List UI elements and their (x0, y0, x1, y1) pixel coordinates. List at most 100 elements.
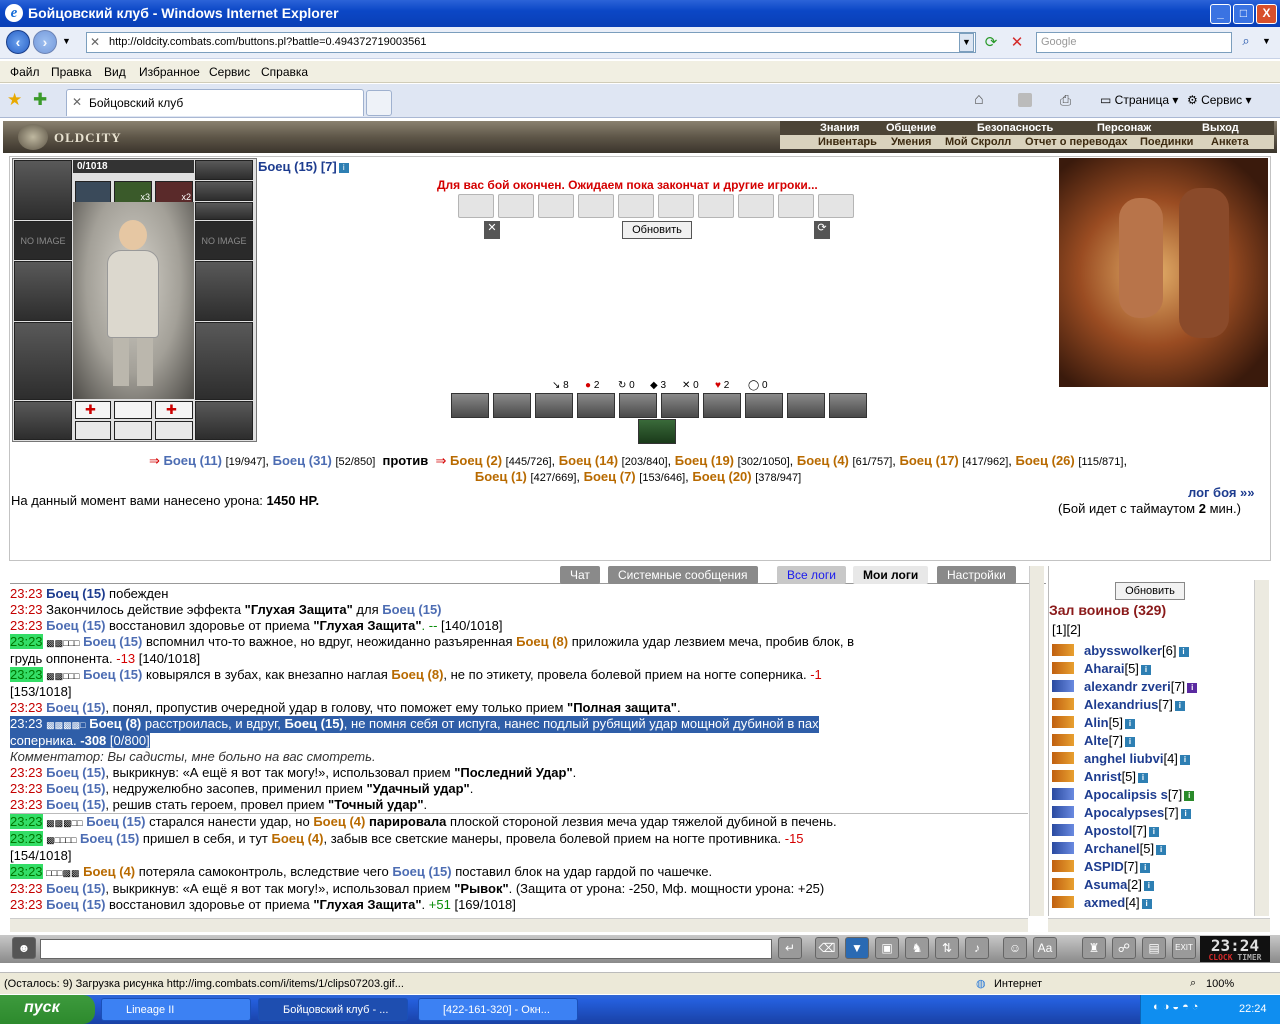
page-menu[interactable]: ▭ Страница ▾ (1100, 93, 1178, 107)
enemy-link[interactable]: Боец (1) (475, 469, 527, 484)
info-icon[interactable]: i (1148, 827, 1159, 837)
effect-icon-1[interactable] (75, 181, 111, 203)
skill-5[interactable] (619, 393, 657, 418)
pocket-slot-2[interactable] (114, 421, 152, 440)
log-enemy[interactable]: Боец (8) (89, 716, 141, 731)
info-icon[interactable]: i (1179, 755, 1190, 765)
enemy-link[interactable]: Боец (17) (900, 453, 959, 468)
effect-icon-2[interactable]: x3 (114, 181, 152, 203)
earring-slot[interactable]: NO IMAGE (14, 221, 72, 260)
info-icon[interactable]: i (1125, 737, 1136, 747)
translit-icon[interactable]: Aa (1033, 937, 1057, 959)
player-item[interactable]: Alte[7] i (1052, 733, 1136, 748)
back-button[interactable]: ‹ (6, 30, 30, 54)
player-item[interactable]: ASPID[7] i (1052, 859, 1151, 874)
menu-help[interactable]: Справка (261, 65, 308, 79)
enemy-link[interactable]: Боец (2) (450, 453, 502, 468)
forward-button[interactable]: › (33, 30, 57, 54)
search-input[interactable]: Google (1036, 32, 1232, 53)
menu-file[interactable]: Файл (10, 65, 40, 79)
nav-inventory[interactable]: Инвентарь (818, 136, 877, 148)
home-icon[interactable]: ⌂ (974, 91, 984, 109)
enemy-link[interactable]: Боец (14) (559, 453, 618, 468)
info-icon[interactable]: i (1138, 773, 1149, 783)
tab-fight-club[interactable]: ✕ Бойцовский клуб (66, 89, 364, 116)
player-item[interactable]: Alexandrius[7] i (1052, 697, 1185, 712)
nav-exit[interactable]: Выход (1202, 122, 1239, 134)
history-dropdown-icon[interactable]: ▼ (62, 36, 71, 46)
log-fighter[interactable]: Боец (15) (382, 602, 441, 617)
player-item[interactable]: Asuma[2] i (1052, 877, 1154, 892)
filter-icon[interactable]: ▼ (845, 937, 869, 959)
effect-icon-3[interactable]: x2 (155, 181, 193, 203)
pocket-slot-3[interactable] (155, 421, 193, 440)
send-icon[interactable]: ↵ (778, 937, 802, 959)
new-tab-button[interactable] (366, 90, 392, 116)
skill-10[interactable] (829, 393, 867, 418)
log-fighter[interactable]: Боец (15) (46, 586, 105, 601)
log-enemy[interactable]: Боец (8) (391, 667, 443, 682)
player-item[interactable]: Aharai[5] i (1052, 661, 1151, 676)
skill-1[interactable] (451, 393, 489, 418)
scroll-slot-10[interactable] (818, 194, 854, 218)
menu-favorites[interactable]: Избранное (139, 65, 200, 79)
skill-7[interactable] (703, 393, 741, 418)
scroll-slot-5[interactable] (618, 194, 654, 218)
log-fighter[interactable]: Боец (15) (285, 716, 344, 731)
info-icon[interactable]: i (1140, 665, 1151, 675)
menu-view[interactable]: Вид (104, 65, 126, 79)
start-button[interactable]: пуск (0, 995, 95, 1024)
save-icon[interactable]: ▣ (875, 937, 899, 959)
log-fighter[interactable]: Боец (15) (46, 765, 105, 780)
log-enemy[interactable]: Боец (4) (271, 831, 323, 846)
player-item[interactable]: Apocalypses[7] i (1052, 805, 1191, 820)
helmet-slot[interactable] (14, 160, 72, 220)
nav-my-scroll[interactable]: Мой Скролл (945, 136, 1011, 148)
log-fighter[interactable]: Боец (15) (392, 864, 451, 879)
info-icon[interactable]: i (1174, 701, 1185, 711)
log-enemy[interactable]: Боец (4) (83, 864, 135, 879)
player-item[interactable]: anghel liubvi[4] i (1052, 751, 1190, 766)
favorites-star-icon[interactable]: ★ (7, 90, 22, 110)
info-icon[interactable]: i (1140, 863, 1151, 873)
log-fighter[interactable]: Боец (15) (46, 881, 105, 896)
log-fighter[interactable]: Боец (15) (46, 797, 105, 812)
zoom-level[interactable]: 100% (1206, 978, 1234, 990)
room-hscrollbar[interactable] (1048, 918, 1270, 932)
armor-slot[interactable] (14, 322, 72, 400)
minimize-button[interactable]: _ (1210, 4, 1231, 24)
scroll-slot-2[interactable] (498, 194, 534, 218)
log-scrollbar[interactable] (1029, 566, 1044, 916)
chat-avatar-icon[interactable]: ☻ (12, 937, 36, 959)
bag-icon[interactable]: ♜ (1082, 937, 1106, 959)
tab-my-logs[interactable]: Мои логи (853, 566, 929, 584)
skill-8[interactable] (745, 393, 783, 418)
scroll-slot-1[interactable] (458, 194, 494, 218)
leggings-slot[interactable] (195, 322, 253, 400)
chat-input[interactable] (40, 939, 772, 959)
feeds-icon[interactable] (1018, 93, 1032, 107)
flee-icon[interactable]: ✕ (484, 221, 500, 239)
necklace-slot[interactable] (195, 181, 253, 201)
exit-icon[interactable]: EXIT (1172, 937, 1196, 959)
player-item[interactable]: Anrist[5] i (1052, 769, 1149, 784)
tab-all-logs[interactable]: Все логи (777, 566, 846, 584)
tab-chat[interactable]: Чат (560, 566, 600, 584)
battle-log-link[interactable]: лог боя »» (1188, 485, 1255, 500)
menu-edit[interactable]: Правка (51, 65, 92, 79)
address-dropdown-button[interactable]: ▼ (959, 33, 974, 52)
ring-slot-1[interactable]: ✚ (75, 401, 111, 419)
print-icon[interactable]: ⎙ (1060, 92, 1071, 109)
enemy-link[interactable]: Боец (19) (675, 453, 734, 468)
scroll-slot-3[interactable] (538, 194, 574, 218)
task-fight-club[interactable]: Бойцовский клуб - ... (258, 998, 408, 1021)
battle-refresh-button[interactable]: Обновить (622, 221, 692, 239)
nav-profile[interactable]: Анкета (1211, 136, 1249, 148)
enemy-link[interactable]: Боец (20) (692, 469, 751, 484)
player-item[interactable]: Archanel[5] i (1052, 841, 1167, 856)
tab-system[interactable]: Системные сообщения (608, 566, 758, 584)
scroll-slot-9[interactable] (778, 194, 814, 218)
nav-skills[interactable]: Умения (891, 136, 931, 148)
log-fighter[interactable]: Боец (15) (83, 634, 142, 649)
player-item[interactable]: Apocalipsis s[7] i (1052, 787, 1195, 802)
